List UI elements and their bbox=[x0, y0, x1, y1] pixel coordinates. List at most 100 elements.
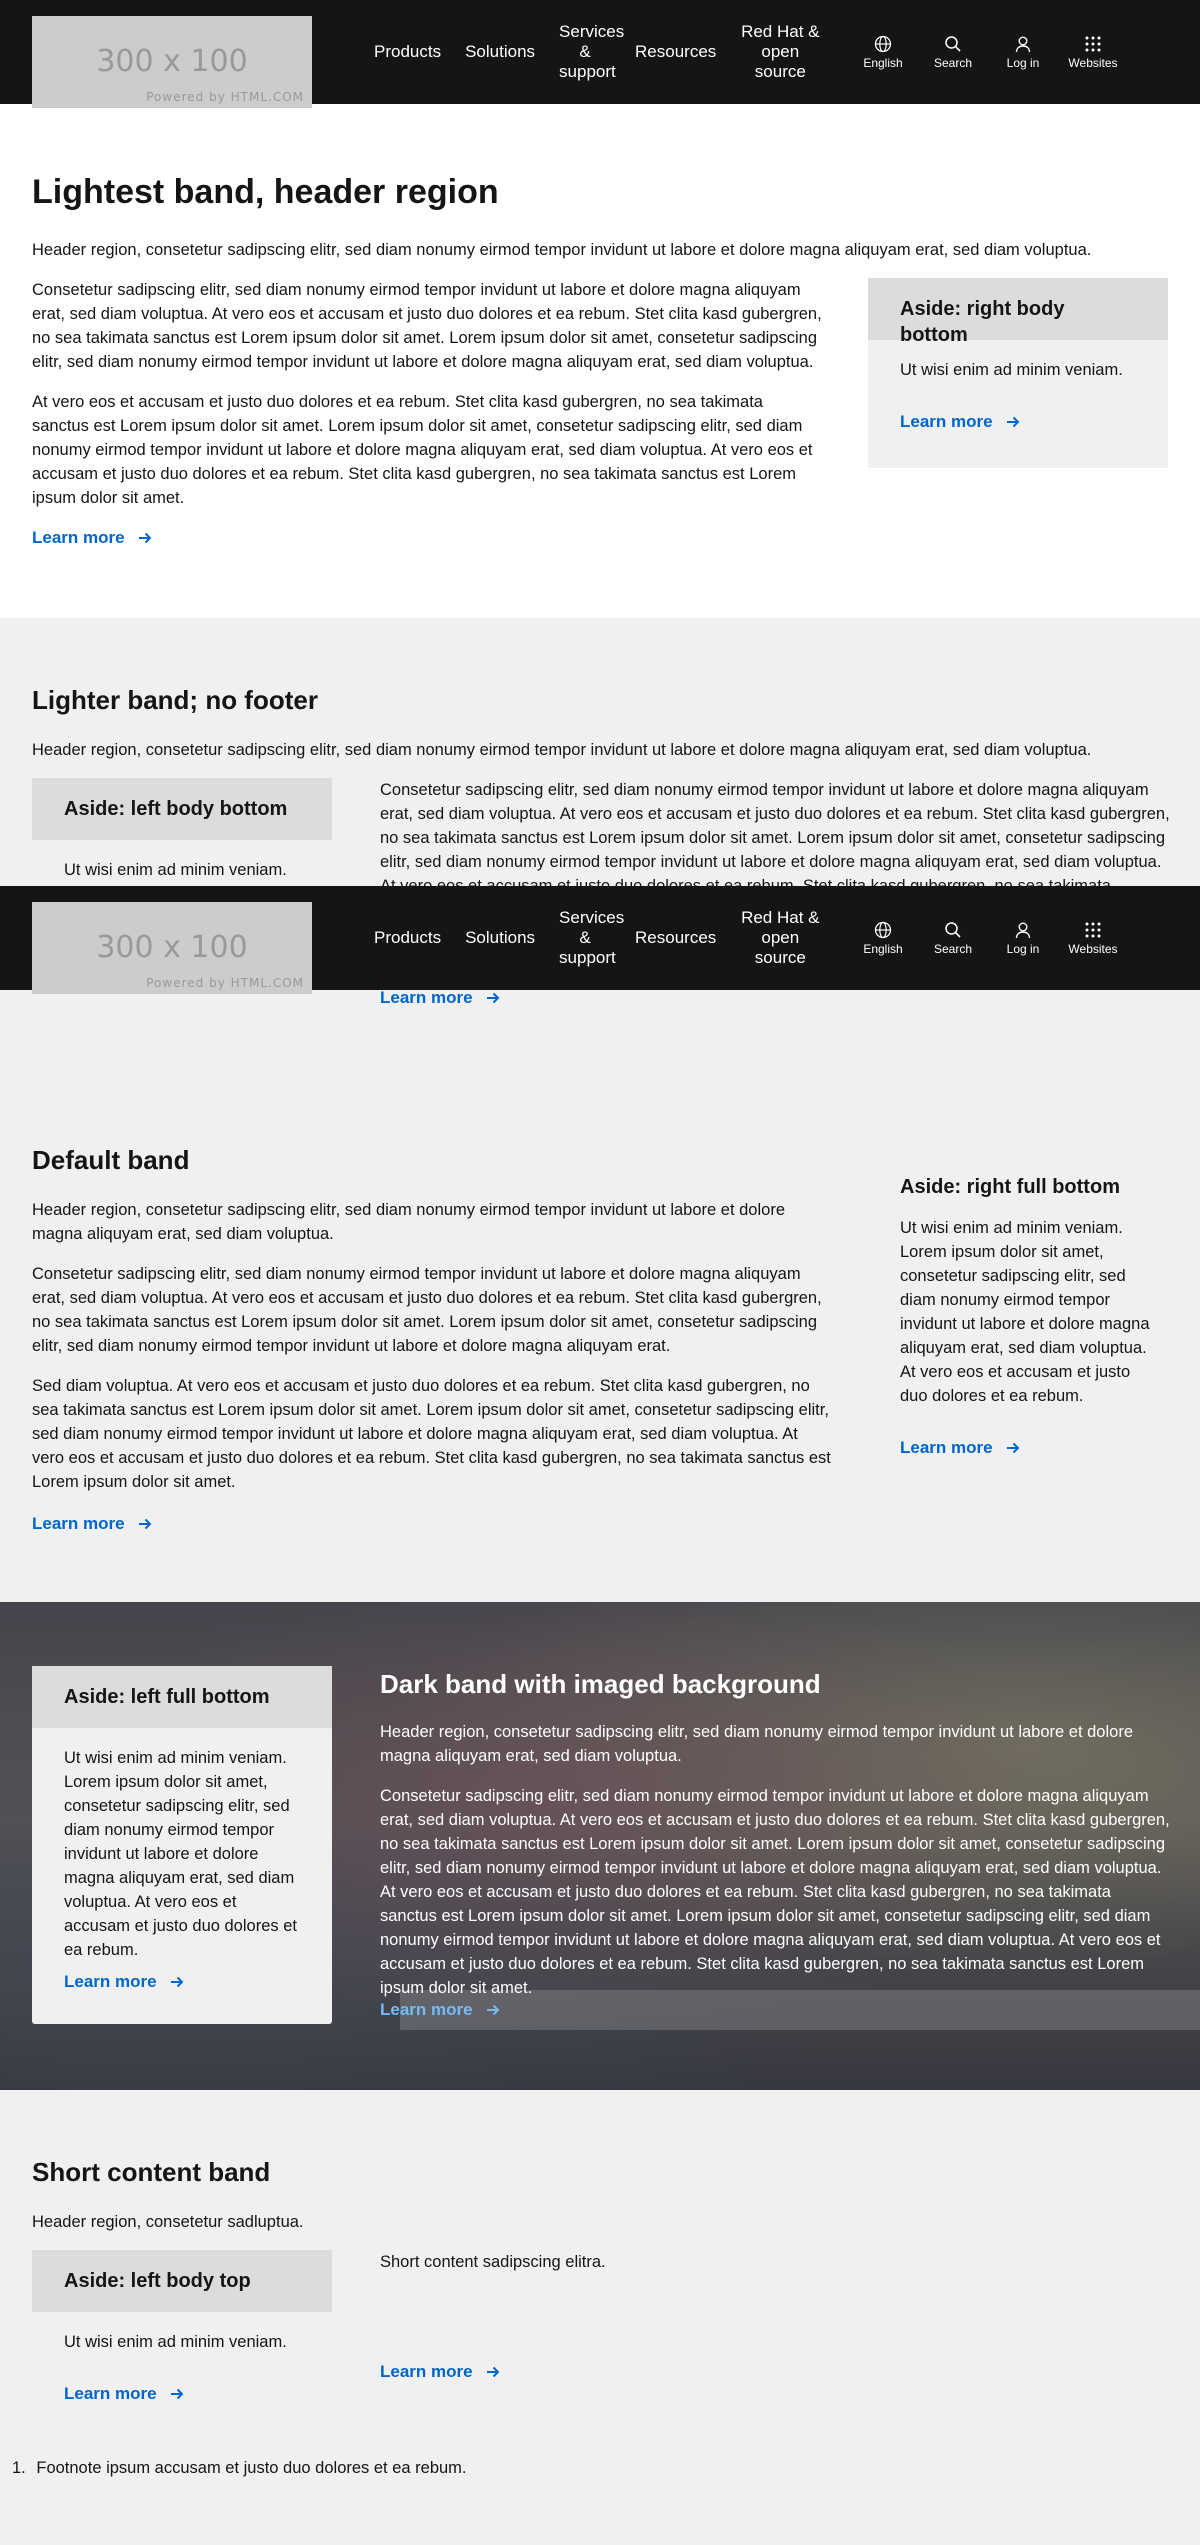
footnote-number: 1. bbox=[12, 2459, 26, 2477]
learn-more-link[interactable]: Learn more bbox=[900, 1438, 1021, 1458]
band-dark: Aside: left full bottom Ut wisi enim ad … bbox=[0, 1602, 1200, 2090]
footnote: 1. Footnote ipsum accusam et justo duo d… bbox=[12, 2456, 467, 2480]
language-button[interactable]: English bbox=[848, 921, 918, 956]
nav-link-red-hat-open-source[interactable]: Red Hat & open source bbox=[728, 908, 832, 968]
band-short: Short content band Header region, conset… bbox=[0, 2090, 1200, 2545]
arrow-right-icon bbox=[486, 2004, 500, 2016]
login-button[interactable]: Log in bbox=[988, 35, 1058, 70]
body-paragraph: Consetetur sadipscing elitr, sed diam no… bbox=[380, 1787, 1170, 1997]
login-button[interactable]: Log in bbox=[988, 921, 1058, 956]
aside-title: Aside: left full bottom bbox=[32, 1666, 332, 1728]
band-header-text: Header region, consetetur sadipscing eli… bbox=[380, 1723, 1133, 1765]
language-button[interactable]: English bbox=[848, 35, 918, 70]
arrow-right-icon bbox=[1006, 416, 1020, 428]
aside-title: Aside: left body top bbox=[32, 2250, 332, 2312]
band-header-text: Header region, consetetur sadluptua. bbox=[32, 2213, 304, 2231]
band-header-text: Header region, consetetur sadipscing eli… bbox=[32, 1201, 785, 1243]
body-paragraph: Consetetur sadipscing elitr, sed diam no… bbox=[32, 281, 822, 371]
arrow-right-icon bbox=[1006, 1442, 1020, 1454]
nav-link-resources[interactable]: Resources bbox=[623, 928, 728, 948]
aside-card: Aside: left full bottom Ut wisi enim ad … bbox=[32, 1666, 332, 2024]
grid-icon bbox=[1085, 36, 1101, 51]
search-icon bbox=[945, 921, 961, 938]
nav-link-products[interactable]: Products bbox=[362, 42, 453, 62]
body-paragraph: Consetetur sadipscing elitr, sed diam no… bbox=[32, 1265, 822, 1355]
aside-title: Aside: left body bottom bbox=[32, 778, 332, 840]
learn-more-link[interactable]: Learn more bbox=[64, 1972, 185, 1992]
logo-size-label: 300 x 100 bbox=[96, 930, 248, 965]
body-paragraph: At vero eos et accusam et justo duo dolo… bbox=[32, 393, 813, 507]
sticky-nav: 300 x 100 Powered by HTML.COM Products S… bbox=[0, 886, 1200, 994]
learn-more-link[interactable]: Learn more bbox=[32, 1514, 153, 1534]
aside-card: Aside: left body bottom Ut wisi enim ad … bbox=[32, 778, 332, 898]
user-icon bbox=[1015, 922, 1031, 938]
band-lighter: Lighter band; no footer Header region, c… bbox=[0, 618, 1200, 1074]
language-label: English bbox=[863, 55, 903, 70]
learn-more-label: Learn more bbox=[900, 412, 993, 431]
top-nav: 300 x 100 Powered by HTML.COM Products S… bbox=[0, 0, 1200, 108]
nav-link-products[interactable]: Products bbox=[362, 928, 453, 948]
arrow-right-icon bbox=[170, 1976, 184, 1988]
search-label: Search bbox=[933, 55, 973, 70]
nav-link-resources[interactable]: Resources bbox=[623, 42, 728, 62]
nav-link-services[interactable]: Services & support bbox=[547, 22, 624, 82]
learn-more-link[interactable]: Learn more bbox=[64, 2384, 185, 2404]
aside-card: Aside: right full bottom Ut wisi enim ad… bbox=[900, 1174, 1160, 1458]
logo-placeholder[interactable]: 300 x 100 Powered by HTML.COM bbox=[32, 16, 312, 108]
logo-size-label: 300 x 100 bbox=[96, 44, 248, 79]
nav-link-solutions[interactable]: Solutions bbox=[453, 42, 547, 62]
body-paragraph: Short content sadipscing elitra. bbox=[380, 2253, 606, 2271]
primary-nav: Products Solutions Services & support Re… bbox=[362, 0, 832, 104]
search-icon bbox=[945, 35, 961, 52]
aside-body: Ut wisi enim ad minim veniam. bbox=[64, 861, 287, 879]
aside-card: Aside: left body top Ut wisi enim ad min… bbox=[32, 2250, 332, 2420]
band-default: Default band Header region, consetetur s… bbox=[0, 1074, 1200, 1602]
band-title: Dark band with imaged background bbox=[380, 1669, 821, 1699]
footnote-text: Footnote ipsum accusam et justo duo dolo… bbox=[36, 2459, 467, 2477]
aside-body: Ut wisi enim ad minim veniam. Lorem ipsu… bbox=[64, 1749, 297, 1959]
band-header-text: Header region, consetetur sadipscing eli… bbox=[32, 741, 1092, 759]
login-label: Log in bbox=[1006, 55, 1040, 70]
learn-more-link[interactable]: Learn more bbox=[380, 988, 501, 1008]
learn-more-label: Learn more bbox=[900, 1438, 993, 1457]
band-title: Default band bbox=[32, 1145, 190, 1175]
aside-title: Aside: right full bottom bbox=[900, 1176, 1120, 1198]
learn-more-label: Learn more bbox=[380, 2362, 473, 2381]
learn-more-label: Learn more bbox=[380, 2000, 473, 2019]
learn-more-label: Learn more bbox=[64, 1972, 157, 1991]
learn-more-link[interactable]: Learn more bbox=[380, 2000, 501, 2020]
nav-tools: English Search Log in Websites bbox=[848, 886, 1128, 990]
learn-more-label: Learn more bbox=[32, 528, 125, 547]
band-title: Short content band bbox=[32, 2157, 271, 2187]
grid-icon bbox=[1085, 922, 1101, 937]
learn-more-label: Learn more bbox=[380, 988, 473, 1007]
logo-placeholder[interactable]: 300 x 100 Powered by HTML.COM bbox=[32, 902, 312, 994]
logo-powered-label: Powered by HTML.COM bbox=[146, 976, 304, 990]
aside-body: Ut wisi enim ad minim veniam. Lorem ipsu… bbox=[900, 1219, 1150, 1405]
band-title: Lighter band; no footer bbox=[32, 685, 318, 715]
search-button[interactable]: Search bbox=[918, 921, 988, 956]
learn-more-link[interactable]: Learn more bbox=[900, 412, 1021, 432]
websites-label: Websites bbox=[1068, 55, 1118, 70]
learn-more-label: Learn more bbox=[32, 1514, 125, 1533]
arrow-right-icon bbox=[138, 1518, 152, 1530]
band-header-text: Header region, consetetur sadipscing eli… bbox=[32, 241, 1092, 259]
search-button[interactable]: Search bbox=[918, 35, 988, 70]
aside-title: Aside: right body bottom bbox=[868, 278, 1168, 346]
nav-link-red-hat-open-source[interactable]: Red Hat & open source bbox=[728, 22, 832, 82]
aside-body: Ut wisi enim ad minim veniam. bbox=[64, 2333, 287, 2351]
websites-button[interactable]: Websites bbox=[1058, 35, 1128, 70]
learn-more-link[interactable]: Learn more bbox=[32, 528, 153, 548]
globe-icon bbox=[874, 35, 892, 52]
learn-more-link[interactable]: Learn more bbox=[380, 2362, 501, 2382]
arrow-right-icon bbox=[138, 532, 152, 544]
nav-link-services[interactable]: Services & support bbox=[547, 908, 624, 968]
websites-button[interactable]: Websites bbox=[1058, 921, 1128, 956]
arrow-right-icon bbox=[170, 2388, 184, 2400]
learn-more-label: Learn more bbox=[64, 2384, 157, 2403]
language-label: English bbox=[863, 941, 903, 956]
nav-tools: English Search Log in Websites bbox=[848, 0, 1128, 104]
nav-link-solutions[interactable]: Solutions bbox=[453, 928, 547, 948]
websites-label: Websites bbox=[1068, 941, 1118, 956]
arrow-right-icon bbox=[486, 2366, 500, 2378]
